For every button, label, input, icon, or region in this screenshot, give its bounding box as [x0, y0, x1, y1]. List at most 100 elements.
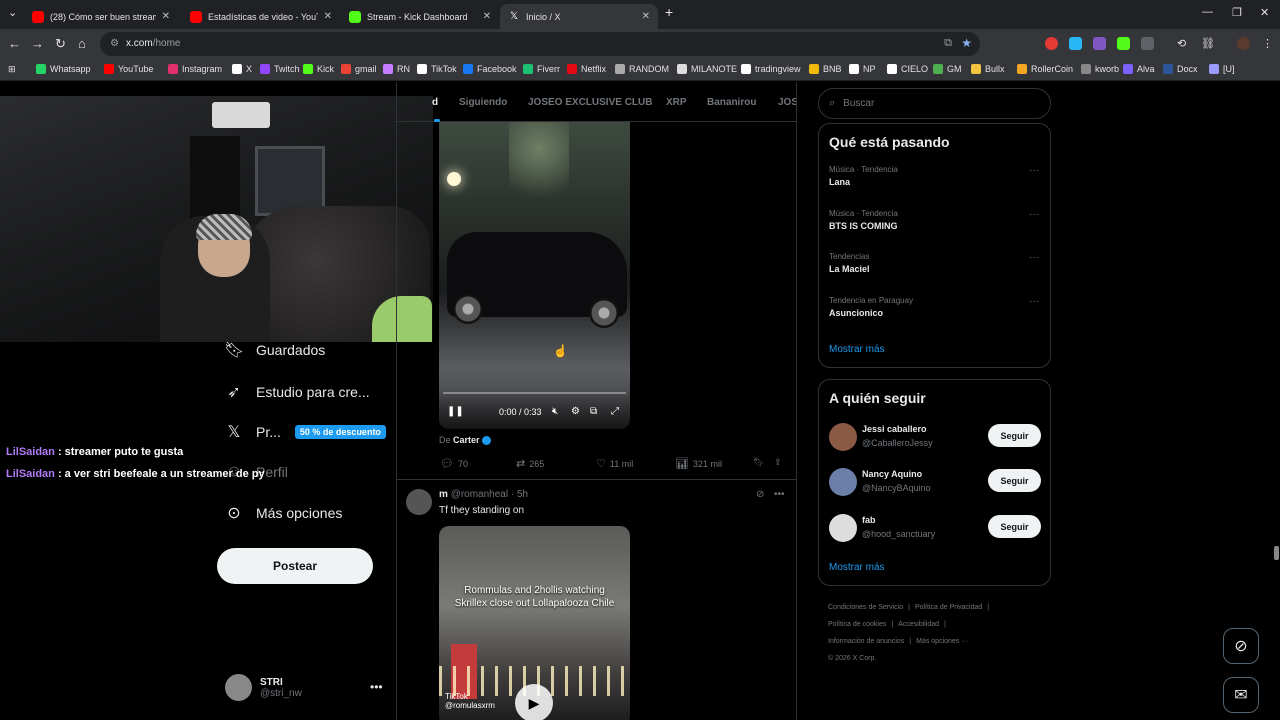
account-more-icon[interactable]: ••• — [370, 680, 383, 694]
trend-more-icon[interactable]: ··· — [1029, 296, 1039, 307]
browser-tab-3[interactable]: Stream - Kick Dashboard ✕ — [341, 4, 499, 29]
video-progress-bar[interactable] — [443, 392, 626, 394]
reload-icon[interactable]: ↻ — [55, 36, 66, 52]
bookmark-gmail[interactable]: gmail — [341, 64, 377, 74]
trend-item[interactable]: Música · Tendencia Lana ··· — [829, 165, 1039, 187]
follow-button[interactable]: Seguir — [988, 469, 1041, 492]
browser-tab-2[interactable]: Estadísticas de video - YouTube ✕ — [182, 4, 340, 29]
video-player[interactable]: Rommulas and 2hollis watching Skrillex c… — [439, 526, 630, 720]
bookmark-gm[interactable]: GM — [933, 64, 962, 74]
fullscreen-icon[interactable]: ⤢ — [611, 406, 619, 417]
mute-icon[interactable]: 🔇︎ — [552, 406, 558, 417]
bookmark-fiverr[interactable]: Fiverr — [523, 64, 560, 74]
avatar[interactable] — [406, 489, 432, 515]
minimize-icon[interactable]: — — [1202, 6, 1213, 18]
apps-grid-icon[interactable]: ⊞ — [8, 64, 16, 75]
url-bar[interactable]: ⚙ x.com/home ⧉ ★ — [100, 32, 980, 56]
settings-icon[interactable]: ⚙ — [571, 406, 580, 417]
trend-item[interactable]: Tendencias La Maciel ··· — [829, 252, 1039, 274]
reply-button[interactable]: 💬︎ 70 — [440, 457, 468, 470]
tweet-author-handle[interactable]: @romanheal — [451, 489, 508, 500]
follow-button[interactable]: Seguir — [988, 424, 1041, 447]
follow-show-more-link[interactable]: Mostrar más — [829, 562, 885, 573]
back-icon[interactable]: ← — [8, 36, 21, 51]
maximize-icon[interactable]: ❐ — [1232, 6, 1242, 19]
bookmark-tradingview[interactable]: tradingview — [741, 64, 801, 74]
extension-blue-icon[interactable] — [1069, 37, 1082, 50]
menu-dots-icon[interactable]: ⋮ — [1262, 37, 1275, 50]
trend-more-icon[interactable]: ··· — [1029, 165, 1039, 176]
tab-joseo-exclusive-club[interactable]: JOSEO EXCLUSIVE CLUB — [528, 97, 652, 108]
play-icon[interactable]: ▶ — [515, 684, 553, 720]
browser-tab-4[interactable]: 𝕏 Inicio / X ✕ — [500, 4, 658, 29]
nav-item-mas-opciones[interactable]: ⊙ Más opciones — [224, 503, 342, 523]
tab-bananirou[interactable]: Bananirou — [707, 97, 756, 108]
bookmark-u[interactable]: [U] — [1209, 64, 1235, 74]
bookmark-bnb[interactable]: BNB — [809, 64, 842, 74]
grok-float-icon[interactable]: ⊘ — [1223, 628, 1259, 664]
nav-item-premium[interactable]: 𝕏 Pr... 50 % de descuento — [224, 422, 386, 442]
footer-link[interactable]: Política de Privacidad — [915, 604, 982, 611]
messages-icon[interactable]: ✉ — [1223, 677, 1259, 713]
bookmark-netflix[interactable]: Netflix — [567, 64, 606, 74]
like-button[interactable]: ♡ 11 mil — [596, 457, 633, 470]
bookmark-rn[interactable]: RN — [383, 64, 410, 74]
window-close-icon[interactable]: ✕ — [1260, 6, 1269, 19]
retweet-button[interactable]: ⇄ 265 — [516, 457, 544, 470]
close-icon[interactable]: ✕ — [642, 11, 650, 22]
site-info-icon[interactable]: ⚙ — [110, 38, 119, 49]
link-icon[interactable]: ⛓ — [1201, 37, 1215, 50]
home-icon[interactable]: ⌂ — [78, 36, 86, 51]
scrollbar-thumb[interactable] — [1274, 546, 1279, 560]
bookmark-cielo[interactable]: CIELO — [887, 64, 928, 74]
install-icon[interactable]: ⧉ — [944, 37, 952, 50]
views-button[interactable]: 📊︎ 321 mil — [675, 457, 722, 470]
pip-icon[interactable]: ⧉ — [590, 406, 597, 417]
extensions-puzzle-icon[interactable] — [1141, 37, 1154, 50]
follow-suggestion[interactable]: fab @hood_sanctuary Seguir — [829, 512, 1041, 546]
account-switcher[interactable]: STRI @stri_nw — [225, 674, 302, 701]
extension-record-icon[interactable] — [1045, 37, 1058, 50]
tab-xrp[interactable]: XRP — [666, 97, 687, 108]
tab-jos[interactable]: JOS — [778, 97, 796, 108]
nav-item-guardados[interactable]: 🔖︎ Guardados — [224, 340, 325, 360]
bookmark-alva[interactable]: Alva — [1123, 64, 1155, 74]
bookmark-star-icon[interactable]: ★ — [961, 36, 972, 50]
search-box[interactable]: ⌕ — [818, 88, 1051, 119]
bookmark-whatsapp[interactable]: Whatsapp — [36, 64, 91, 74]
forward-icon[interactable]: → — [31, 36, 44, 51]
bookmark-np[interactable]: NP — [849, 64, 876, 74]
trends-show-more-link[interactable]: Mostrar más — [829, 344, 885, 355]
follow-suggestion[interactable]: Jessi caballero @CaballeroJessy Seguir — [829, 421, 1041, 455]
post-button[interactable]: Postear — [217, 548, 373, 584]
footer-link[interactable]: Accesibilidad — [898, 621, 939, 628]
bookmark-tiktok[interactable]: TikTok — [417, 64, 457, 74]
tab-para-ti[interactable]: d — [432, 97, 438, 108]
extension-purple-icon[interactable] — [1093, 37, 1106, 50]
extension-kick-icon[interactable] — [1117, 37, 1130, 50]
share-icon[interactable]: ⇪ — [774, 457, 782, 468]
nav-item-estudio[interactable]: ➶ Estudio para cre... — [224, 382, 369, 402]
tab-search-icon[interactable]: ⌄ — [8, 6, 17, 19]
bookmark-twitch[interactable]: Twitch — [260, 64, 300, 74]
history-icon[interactable]: ⟲ — [1177, 37, 1190, 50]
bookmark-facebook[interactable]: Facebook — [463, 64, 517, 74]
browser-tab-1[interactable]: (28) Cómo ser buen streamer en ✕ — [24, 4, 178, 29]
byline-author[interactable]: Carter — [453, 435, 480, 445]
bookmark-instagram[interactable]: Instagram — [168, 64, 222, 74]
close-icon[interactable]: ✕ — [162, 11, 170, 22]
video-player[interactable]: ❚❚ 0:00 / 0:33 🔇︎ ⚙ ⧉ ⤢ ☝ — [439, 122, 630, 429]
tweet-author-name[interactable]: m — [439, 489, 448, 500]
tweet-time[interactable]: · 5h — [511, 489, 528, 500]
bookmark-youtube[interactable]: YouTube — [104, 64, 153, 74]
footer-link[interactable]: Política de cookies — [828, 621, 886, 628]
footer-link[interactable]: Condiciones de Servicio — [828, 604, 903, 611]
bookmark-kworb[interactable]: kworb — [1081, 64, 1119, 74]
pause-icon[interactable]: ❚❚ — [447, 406, 464, 417]
tab-siguiendo[interactable]: Siguiendo — [459, 97, 507, 108]
profile-avatar[interactable] — [1237, 37, 1250, 50]
bookmark-docx[interactable]: Docx — [1163, 64, 1198, 74]
follow-button[interactable]: Seguir — [988, 515, 1041, 538]
bookmark-tweet-icon[interactable]: 🔖︎ — [753, 457, 764, 468]
grok-icon[interactable]: ⊘ — [756, 489, 764, 500]
